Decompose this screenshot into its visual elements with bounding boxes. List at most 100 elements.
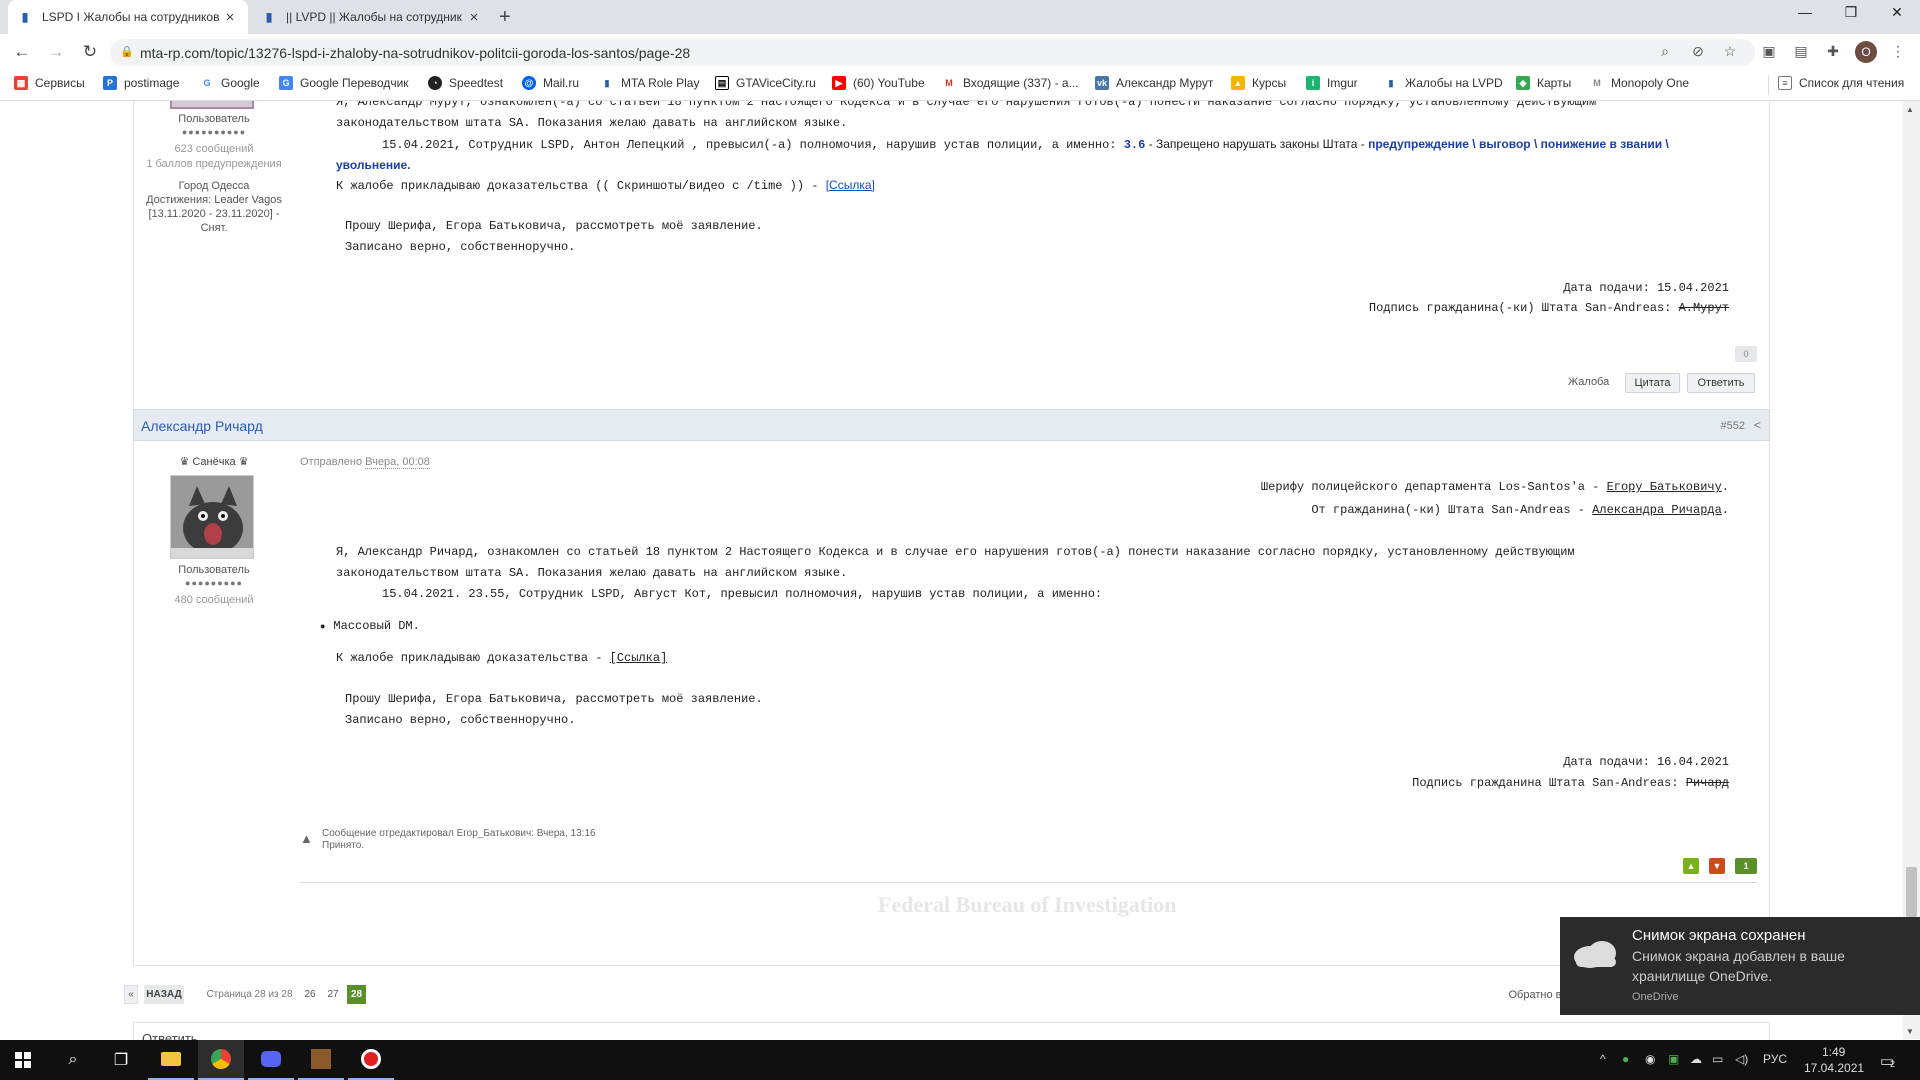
- page-28-current[interactable]: 28: [347, 985, 366, 1004]
- punishment-text-2: увольнение.: [336, 158, 411, 172]
- tray-discord-icon[interactable]: ◉: [1645, 1052, 1655, 1066]
- bookmark-star-icon[interactable]: ☆: [1720, 43, 1740, 60]
- bookmark-mailru[interactable]: @ Mail.ru: [522, 76, 579, 90]
- signature-line: Подпись гражданина(-ки) Штата San-Andrea…: [1368, 301, 1729, 315]
- scroll-up-icon[interactable]: ▲: [1906, 105, 1914, 114]
- bookmark-imgur[interactable]: i Imgur: [1306, 76, 1358, 90]
- bookmark-google[interactable]: G Google: [200, 76, 260, 90]
- mta-icon: ▮: [600, 76, 614, 90]
- vote-down-icon[interactable]: ▼: [1709, 858, 1725, 874]
- tray-expand-icon[interactable]: ^: [1600, 1052, 1606, 1066]
- tray-language[interactable]: РУС: [1763, 1052, 1787, 1066]
- bookmark-postimage[interactable]: Ppostimage: [103, 76, 179, 90]
- page-27[interactable]: 27: [325, 985, 341, 1004]
- back-arrow-icon[interactable]: ←: [10, 42, 34, 62]
- to-line: Шерифу полицейского департамента Los-San…: [1260, 480, 1729, 494]
- task-view-icon[interactable]: ❐: [98, 1040, 144, 1080]
- tab-title: LSPD I Жалобы на сотрудников: [42, 10, 220, 24]
- tray-time[interactable]: 1:49: [1822, 1045, 1845, 1059]
- user-role: Пользователь: [178, 564, 250, 576]
- page-26[interactable]: 26: [302, 985, 318, 1004]
- discord-icon[interactable]: [248, 1040, 294, 1080]
- search-icon[interactable]: ⌕: [50, 1040, 96, 1080]
- monopoly-icon: M: [1590, 76, 1604, 90]
- tray-network-icon[interactable]: ▭: [1712, 1052, 1723, 1066]
- share-icon[interactable]: <: [1754, 418, 1761, 432]
- tray-cloud-icon[interactable]: ☁: [1690, 1052, 1702, 1066]
- achievement-dates: [13.11.2020 - 23.11.2020] -: [148, 208, 280, 220]
- from-name: Александра Ричарда: [1592, 503, 1722, 517]
- file-explorer-icon[interactable]: [148, 1040, 194, 1080]
- game-icon[interactable]: [298, 1040, 344, 1080]
- user-achievements: Достижения: Leader Vagos: [146, 194, 282, 206]
- tab-lvpd[interactable]: ▮ || LVPD || Жалобы на сотрудник ×: [252, 0, 492, 34]
- bookmark-mta[interactable]: ▮ MTA Role Play: [600, 76, 699, 90]
- user-role: Пользователь: [178, 113, 250, 125]
- close-tab-icon[interactable]: ×: [466, 9, 482, 26]
- chrome-icon[interactable]: [198, 1040, 244, 1080]
- restore-icon[interactable]: ❐: [1836, 4, 1866, 21]
- signature-line: Подпись гражданина Штата San-Andreas: Ри…: [1412, 776, 1729, 790]
- bookmark-speedtest[interactable]: ◔ Speedtest: [428, 76, 503, 90]
- extension-icon[interactable]: ▣: [1759, 43, 1779, 60]
- bookmark-maps[interactable]: ◆ Карты: [1516, 76, 1571, 90]
- user-stars: ●●●●●●●●●: [185, 578, 243, 588]
- new-tab-icon[interactable]: +: [499, 6, 511, 29]
- evidence-link[interactable]: [Ссылка]: [826, 178, 875, 192]
- prev-arrow[interactable]: «: [124, 985, 138, 1004]
- reload-icon[interactable]: ↻: [78, 42, 102, 62]
- forum-favicon-icon: ▮: [265, 10, 273, 24]
- extension-icon-2[interactable]: ▤: [1791, 43, 1811, 60]
- profile-avatar[interactable]: O: [1855, 41, 1877, 63]
- bookmark-translate[interactable]: G Google Переводчик: [279, 76, 409, 90]
- tray-app-icon[interactable]: ●: [1622, 1052, 1629, 1066]
- onedrive-notification[interactable]: Снимок экрана сохранен Снимок экрана доб…: [1560, 917, 1920, 1015]
- bookmark-youtube[interactable]: ▶ (60) YouTube: [832, 76, 925, 90]
- scroll-down-icon[interactable]: ▼: [1906, 1027, 1914, 1036]
- avatar[interactable]: [170, 475, 254, 559]
- tracking-icon[interactable]: ⊘: [1688, 43, 1708, 60]
- bookmark-courses[interactable]: ▲ Курсы: [1231, 76, 1286, 90]
- close-window-icon[interactable]: ✕: [1882, 4, 1912, 21]
- scrollbar-thumb[interactable]: [1906, 867, 1917, 917]
- law-line: законодательством штата SA. Показания же…: [336, 566, 848, 580]
- recorded-line: Записано верно, собственноручно.: [345, 240, 576, 254]
- zoom-icon[interactable]: ⌕: [1655, 43, 1675, 60]
- post-text-line: законодательством штата SA. Показания же…: [336, 116, 848, 130]
- reply-button[interactable]: Ответить: [1687, 373, 1755, 393]
- quote-button[interactable]: Цитата: [1625, 373, 1680, 393]
- tray-volume-icon[interactable]: ◁): [1735, 1052, 1748, 1066]
- evidence-link[interactable]: [Ссылка]: [610, 651, 668, 665]
- record-icon[interactable]: [348, 1040, 394, 1080]
- evidence-line: К жалобе прикладываю доказательства - [С…: [336, 651, 668, 665]
- menu-kebab-icon[interactable]: ⋮: [1888, 43, 1908, 60]
- close-tab-icon[interactable]: ×: [222, 9, 238, 26]
- taskbar: ⌕ ❐ ^ ● ◉ ▣ ☁ ▭ ◁) РУС 1:49 17.04.2021 ▭…: [0, 1040, 1920, 1080]
- bookmark-gtavc[interactable]: ▤ GTAViceCity.ru: [715, 76, 816, 90]
- report-link[interactable]: Жалоба: [1568, 376, 1609, 388]
- from-line: От гражданина(-ки) Штата San-Andreas - А…: [1311, 503, 1729, 517]
- forward-arrow-icon[interactable]: →: [44, 42, 68, 62]
- reading-list-icon: ≡: [1778, 76, 1792, 90]
- vote-up-icon[interactable]: ▲: [1683, 858, 1699, 874]
- bookmark-gmail[interactable]: M Входящие (337) - а...: [942, 76, 1079, 90]
- back-button[interactable]: НАЗАД: [144, 985, 184, 1004]
- back-to-link[interactable]: Обратно в: [1505, 985, 1565, 1004]
- bookmark-vk[interactable]: vk Александр Мурут: [1095, 76, 1213, 90]
- tray-date[interactable]: 17.04.2021: [1804, 1061, 1864, 1075]
- bookmark-lvpd[interactable]: ▮ Жалобы на LVPD: [1384, 76, 1503, 90]
- request-line: Прошу Шерифа, Егора Батьковича, рассмотр…: [345, 692, 763, 706]
- tray-nvidia-icon[interactable]: ▣: [1668, 1052, 1679, 1066]
- tab-lspd[interactable]: ▮ LSPD I Жалобы на сотрудников ×: [8, 0, 248, 34]
- bookmark-services[interactable]: ▦ Сервисы: [14, 76, 85, 90]
- reading-list[interactable]: ≡ Список для чтения: [1778, 76, 1904, 90]
- message-count: 480 сообщений: [174, 594, 254, 606]
- bookmark-monopoly[interactable]: M Monopoly One: [1590, 76, 1689, 90]
- minimize-icon[interactable]: —: [1790, 4, 1820, 20]
- achievement-status: Снят.: [200, 222, 228, 234]
- extensions-puzzle-icon[interactable]: ✚: [1823, 43, 1843, 60]
- windows-start-icon[interactable]: [0, 1040, 46, 1080]
- post-number[interactable]: #552: [1721, 420, 1745, 432]
- post-author[interactable]: Александр Ричард: [141, 418, 263, 434]
- address-bar[interactable]: 🔒 mta-rp.com/topic/13276-lspd-i-zhaloby-…: [110, 39, 1755, 66]
